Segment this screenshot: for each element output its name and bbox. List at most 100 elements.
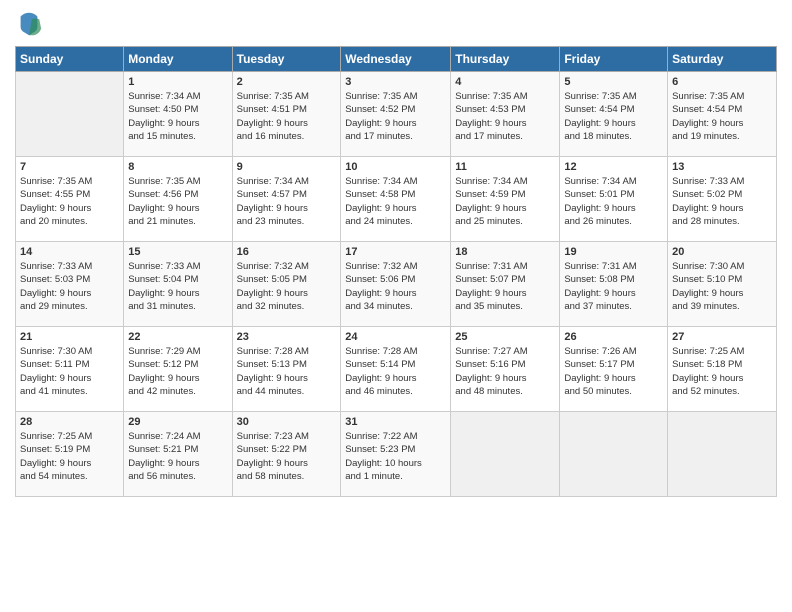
logo-icon [15, 10, 43, 38]
day-cell: 14 Sunrise: 7:33 AM Sunset: 5:03 PM Dayli… [16, 242, 124, 327]
day-cell: 11 Sunrise: 7:34 AM Sunset: 4:59 PM Dayli… [451, 157, 560, 242]
day-info: Sunrise: 7:25 AM Sunset: 5:18 PM Dayligh… [672, 345, 772, 398]
header-cell-sunday: Sunday [16, 47, 124, 72]
day-cell: 20 Sunrise: 7:30 AM Sunset: 5:10 PM Dayli… [668, 242, 777, 327]
day-number: 20 [672, 246, 772, 258]
day-info: Sunrise: 7:35 AM Sunset: 4:53 PM Dayligh… [455, 90, 555, 143]
week-row-4: 21 Sunrise: 7:30 AM Sunset: 5:11 PM Dayli… [16, 327, 777, 412]
day-cell: 8 Sunrise: 7:35 AM Sunset: 4:56 PM Daylig… [124, 157, 232, 242]
day-cell: 24 Sunrise: 7:28 AM Sunset: 5:14 PM Dayli… [341, 327, 451, 412]
day-number: 21 [20, 331, 119, 343]
day-info: Sunrise: 7:35 AM Sunset: 4:56 PM Dayligh… [128, 175, 227, 228]
day-number: 30 [237, 416, 337, 428]
day-cell: 9Sunrise: 7:34 AM Sunset: 4:57 PM Daylig… [232, 157, 341, 242]
day-cell: 2 Sunrise: 7:35 AM Sunset: 4:51 PM Daylig… [232, 72, 341, 157]
day-cell: 16 Sunrise: 7:32 AM Sunset: 5:05 PM Dayli… [232, 242, 341, 327]
day-info: Sunrise: 7:35 AM Sunset: 4:54 PM Dayligh… [564, 90, 663, 143]
day-cell: 17 Sunrise: 7:32 AM Sunset: 5:06 PM Dayli… [341, 242, 451, 327]
day-number: 17 [345, 246, 446, 258]
day-info: Sunrise: 7:33 AM Sunset: 5:03 PM Dayligh… [20, 260, 119, 313]
day-number: 7 [20, 161, 119, 173]
day-info: Sunrise: 7:31 AM Sunset: 5:08 PM Dayligh… [564, 260, 663, 313]
day-cell: 19 Sunrise: 7:31 AM Sunset: 5:08 PM Dayli… [560, 242, 668, 327]
day-cell: 31Sunrise: 7:22 AM Sunset: 5:23 PM Dayli… [341, 412, 451, 497]
header-cell-monday: Monday [124, 47, 232, 72]
day-cell: 5Sunrise: 7:35 AM Sunset: 4:54 PM Daylig… [560, 72, 668, 157]
day-number: 4 [455, 76, 555, 88]
day-number: 24 [345, 331, 446, 343]
day-info: Sunrise: 7:34 AM Sunset: 5:01 PM Dayligh… [564, 175, 663, 228]
week-row-5: 28Sunrise: 7:25 AM Sunset: 5:19 PM Dayli… [16, 412, 777, 497]
day-info: Sunrise: 7:30 AM Sunset: 5:10 PM Dayligh… [672, 260, 772, 313]
day-number: 11 [455, 161, 555, 173]
day-cell: 23 Sunrise: 7:28 AM Sunset: 5:13 PM Dayli… [232, 327, 341, 412]
day-info: Sunrise: 7:35 AM Sunset: 4:52 PM Dayligh… [345, 90, 446, 143]
header-cell-wednesday: Wednesday [341, 47, 451, 72]
day-cell: 10Sunrise: 7:34 AM Sunset: 4:58 PM Dayli… [341, 157, 451, 242]
day-cell: 6 Sunrise: 7:35 AM Sunset: 4:54 PM Daylig… [668, 72, 777, 157]
day-number: 15 [128, 246, 227, 258]
day-cell: 28Sunrise: 7:25 AM Sunset: 5:19 PM Dayli… [16, 412, 124, 497]
day-info: Sunrise: 7:34 AM Sunset: 4:59 PM Dayligh… [455, 175, 555, 228]
day-cell: 27 Sunrise: 7:25 AM Sunset: 5:18 PM Dayli… [668, 327, 777, 412]
calendar-body: 1 Sunrise: 7:34 AM Sunset: 4:50 PM Daylig… [16, 72, 777, 497]
page-container: SundayMondayTuesdayWednesdayThursdayFrid… [0, 0, 792, 612]
day-cell: 13Sunrise: 7:33 AM Sunset: 5:02 PM Dayli… [668, 157, 777, 242]
day-number: 8 [128, 161, 227, 173]
day-number: 6 [672, 76, 772, 88]
day-number: 18 [455, 246, 555, 258]
day-info: Sunrise: 7:23 AM Sunset: 5:22 PM Dayligh… [237, 430, 337, 483]
header-cell-thursday: Thursday [451, 47, 560, 72]
day-cell [16, 72, 124, 157]
day-info: Sunrise: 7:32 AM Sunset: 5:05 PM Dayligh… [237, 260, 337, 313]
day-number: 19 [564, 246, 663, 258]
day-number: 25 [455, 331, 555, 343]
day-info: Sunrise: 7:35 AM Sunset: 4:54 PM Dayligh… [672, 90, 772, 143]
calendar-table: SundayMondayTuesdayWednesdayThursdayFrid… [15, 46, 777, 497]
day-number: 22 [128, 331, 227, 343]
day-info: Sunrise: 7:24 AM Sunset: 5:21 PM Dayligh… [128, 430, 227, 483]
day-cell: 12 Sunrise: 7:34 AM Sunset: 5:01 PM Dayli… [560, 157, 668, 242]
day-cell: 22 Sunrise: 7:29 AM Sunset: 5:12 PM Dayli… [124, 327, 232, 412]
day-number: 16 [237, 246, 337, 258]
day-cell [451, 412, 560, 497]
day-cell: 7 Sunrise: 7:35 AM Sunset: 4:55 PM Daylig… [16, 157, 124, 242]
day-info: Sunrise: 7:28 AM Sunset: 5:14 PM Dayligh… [345, 345, 446, 398]
day-number: 3 [345, 76, 446, 88]
day-number: 28 [20, 416, 119, 428]
day-number: 1 [128, 76, 227, 88]
week-row-1: 1 Sunrise: 7:34 AM Sunset: 4:50 PM Daylig… [16, 72, 777, 157]
day-number: 2 [237, 76, 337, 88]
day-cell: 25 Sunrise: 7:27 AM Sunset: 5:16 PM Dayli… [451, 327, 560, 412]
day-cell: 30 Sunrise: 7:23 AM Sunset: 5:22 PM Dayli… [232, 412, 341, 497]
header [15, 10, 777, 38]
day-info: Sunrise: 7:30 AM Sunset: 5:11 PM Dayligh… [20, 345, 119, 398]
logo [15, 10, 47, 38]
day-cell: 3 Sunrise: 7:35 AM Sunset: 4:52 PM Daylig… [341, 72, 451, 157]
day-info: Sunrise: 7:29 AM Sunset: 5:12 PM Dayligh… [128, 345, 227, 398]
day-info: Sunrise: 7:34 AM Sunset: 4:50 PM Dayligh… [128, 90, 227, 143]
header-cell-tuesday: Tuesday [232, 47, 341, 72]
day-cell: 21 Sunrise: 7:30 AM Sunset: 5:11 PM Dayli… [16, 327, 124, 412]
day-cell [560, 412, 668, 497]
day-info: Sunrise: 7:35 AM Sunset: 4:55 PM Dayligh… [20, 175, 119, 228]
week-row-3: 14 Sunrise: 7:33 AM Sunset: 5:03 PM Dayli… [16, 242, 777, 327]
day-info: Sunrise: 7:28 AM Sunset: 5:13 PM Dayligh… [237, 345, 337, 398]
day-info: Sunrise: 7:26 AM Sunset: 5:17 PM Dayligh… [564, 345, 663, 398]
header-row: SundayMondayTuesdayWednesdayThursdayFrid… [16, 47, 777, 72]
day-number: 14 [20, 246, 119, 258]
day-info: Sunrise: 7:35 AM Sunset: 4:51 PM Dayligh… [237, 90, 337, 143]
day-number: 31 [345, 416, 446, 428]
day-number: 12 [564, 161, 663, 173]
day-cell: 15Sunrise: 7:33 AM Sunset: 5:04 PM Dayli… [124, 242, 232, 327]
day-info: Sunrise: 7:32 AM Sunset: 5:06 PM Dayligh… [345, 260, 446, 313]
header-cell-saturday: Saturday [668, 47, 777, 72]
day-info: Sunrise: 7:33 AM Sunset: 5:02 PM Dayligh… [672, 175, 772, 228]
day-info: Sunrise: 7:34 AM Sunset: 4:58 PM Dayligh… [345, 175, 446, 228]
day-number: 29 [128, 416, 227, 428]
day-cell: 29 Sunrise: 7:24 AM Sunset: 5:21 PM Dayli… [124, 412, 232, 497]
day-info: Sunrise: 7:27 AM Sunset: 5:16 PM Dayligh… [455, 345, 555, 398]
day-number: 27 [672, 331, 772, 343]
day-number: 23 [237, 331, 337, 343]
calendar-header: SundayMondayTuesdayWednesdayThursdayFrid… [16, 47, 777, 72]
